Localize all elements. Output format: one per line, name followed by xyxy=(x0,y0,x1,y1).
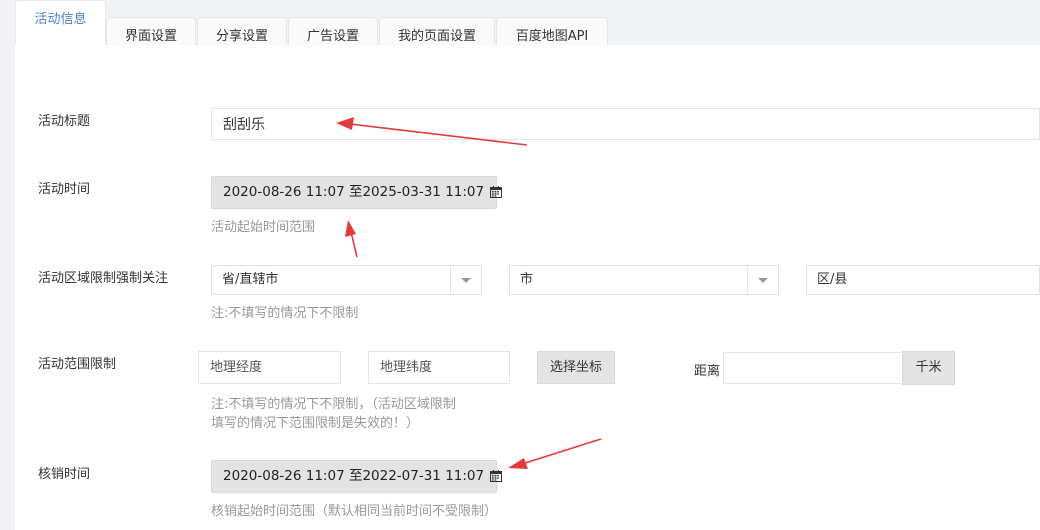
city-value: 市 xyxy=(520,272,534,287)
activity-title-input[interactable] xyxy=(211,108,1040,140)
chevron-down-icon xyxy=(461,278,471,283)
latitude-input[interactable] xyxy=(368,351,510,384)
region-limit-label: 活动区域限制强制关注 xyxy=(38,271,169,286)
tab-baidu-map-api[interactable]: 百度地图API xyxy=(496,17,608,46)
range-limit-help-line2: 填写的情况下范围限制是失效的！） xyxy=(211,416,420,431)
district-value: 区/县 xyxy=(817,272,848,287)
city-select[interactable]: 市 xyxy=(509,265,779,295)
range-limit-label: 活动范围限制 xyxy=(38,357,117,372)
activity-time-picker[interactable]: 2020-08-26 11:07 至2025-03-31 11:07 xyxy=(211,176,503,209)
longitude-input[interactable] xyxy=(198,351,341,384)
province-dropdown-toggle[interactable] xyxy=(450,266,481,294)
city-dropdown-toggle[interactable] xyxy=(747,266,778,294)
tab-ad-settings[interactable]: 广告设置 xyxy=(288,17,378,46)
verify-time-help: 核销起始时间范围（默认相同当前时间不受限制） xyxy=(211,504,498,519)
distance-unit: 千米 xyxy=(902,351,955,385)
calendar-icon xyxy=(490,179,503,210)
district-select[interactable]: 区/县 xyxy=(806,265,1040,295)
verify-time-range: 2020-08-26 11:07 至2022-07-31 11:07 xyxy=(223,468,485,484)
chevron-down-icon xyxy=(758,278,768,283)
distance-input[interactable] xyxy=(723,352,903,384)
distance-label: 距离 xyxy=(694,364,721,379)
pick-coordinate-button[interactable]: 选择坐标 xyxy=(537,351,615,384)
tab-bar: 活动信息 界面设置 分享设置 广告设置 我的页面设置 百度地图API xyxy=(0,0,1040,46)
tab-interface-settings[interactable]: 界面设置 xyxy=(106,17,196,46)
range-limit-help-line1: 注:不填写的情况下不限制，（活动区域限制 xyxy=(211,397,456,412)
verify-time-picker[interactable]: 2020-08-26 11:07 至2022-07-31 11:07 xyxy=(211,460,503,493)
activity-time-range: 2020-08-26 11:07 至2025-03-31 11:07 xyxy=(223,184,485,200)
province-select[interactable]: 省/直辖市 xyxy=(211,265,482,295)
tab-share-settings[interactable]: 分享设置 xyxy=(197,17,287,46)
province-value: 省/直辖市 xyxy=(222,272,279,287)
activity-time-help: 活动起始时间范围 xyxy=(211,220,316,235)
calendar-icon xyxy=(490,463,503,494)
activity-time-label: 活动时间 xyxy=(38,182,91,197)
tab-my-page-settings[interactable]: 我的页面设置 xyxy=(379,17,495,46)
verify-time-label: 核销时间 xyxy=(38,467,91,482)
region-limit-help: 注:不填写的情况下不限制 xyxy=(211,306,359,321)
tab-activity-info[interactable]: 活动信息 xyxy=(15,0,106,46)
activity-title-label: 活动标题 xyxy=(38,114,91,129)
